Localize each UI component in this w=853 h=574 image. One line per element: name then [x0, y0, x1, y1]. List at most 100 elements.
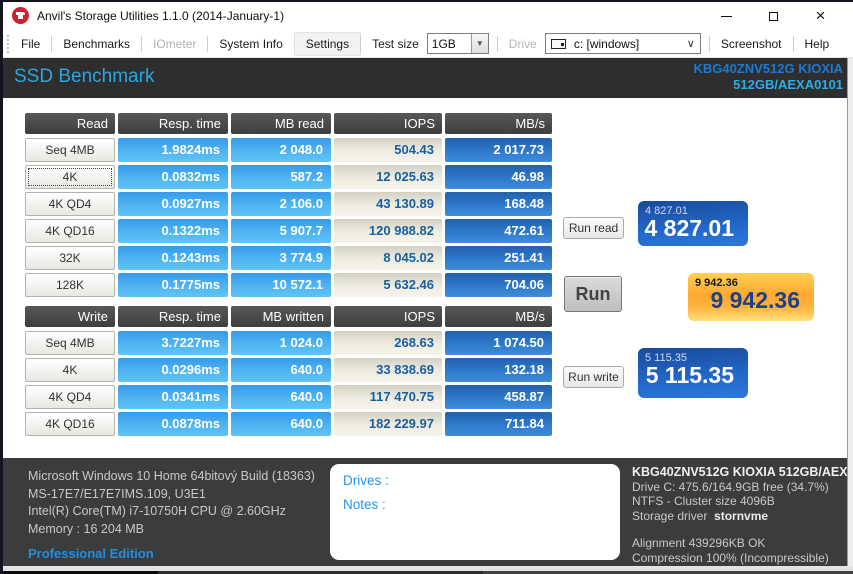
value-cell: 168.48	[445, 192, 552, 216]
value-cell: 182 229.97	[334, 412, 442, 436]
system-info-panel: Microsoft Windows 10 Home 64bitový Build…	[3, 458, 853, 566]
drive-icon	[550, 38, 566, 49]
value-cell: 3 774.9	[231, 246, 331, 270]
value-cell: 117 470.75	[334, 385, 442, 409]
value-cell: 251.41	[445, 246, 552, 270]
edition-label: Professional Edition	[28, 546, 154, 561]
menu-benchmarks[interactable]: Benchmarks	[52, 33, 141, 55]
table-row: 4K 0.0296ms 640.0 33 838.69 132.18	[25, 358, 552, 382]
dropdown-arrow-icon[interactable]: ▼	[470, 34, 488, 53]
table-row: 4K QD16 0.0878ms 640.0 182 229.97 711.84	[25, 412, 552, 436]
table-row: Seq 4MB 3.7227ms 1 024.0 268.63 1 074.50	[25, 331, 552, 355]
maximize-button[interactable]	[751, 2, 796, 30]
test-row-button[interactable]: Seq 4MB	[25, 138, 115, 162]
value-cell: 12 025.63	[334, 165, 442, 189]
column-header: MB/s	[445, 113, 552, 134]
value-cell: 1 074.50	[445, 331, 552, 355]
table-row: 4K QD4 0.0341ms 640.0 117 470.75 458.87	[25, 385, 552, 409]
test-row-button[interactable]: 4K QD16	[25, 219, 115, 243]
device-name: KBG40ZNV512G KIOXIA 512GB/AEXA0101	[693, 61, 843, 93]
value-cell: 0.0927ms	[118, 192, 228, 216]
drive-value: c: [windows]	[573, 36, 640, 51]
value-cell: 0.1775ms	[118, 273, 228, 297]
value-cell: 504.43	[334, 138, 442, 162]
table-header-row: Write Resp. time MB written IOPS MB/s	[25, 306, 552, 327]
column-header: Resp. time	[118, 306, 228, 327]
value-cell: 0.0832ms	[118, 165, 228, 189]
menu-file[interactable]: File	[10, 33, 51, 55]
drives-notes-panel[interactable]: Drives : Notes :	[330, 464, 620, 560]
table-row: 4K 0.0832ms 587.2 12 025.63 46.98	[25, 165, 552, 189]
window-right-border	[847, 58, 853, 566]
value-cell: 640.0	[231, 412, 331, 436]
column-header: MB/s	[445, 306, 552, 327]
run-write-button[interactable]: Run write	[563, 366, 624, 388]
value-cell: 10 572.1	[231, 273, 331, 297]
column-header: Resp. time	[118, 113, 228, 134]
value-cell: 0.1322ms	[118, 219, 228, 243]
close-button[interactable]: ×	[798, 2, 843, 30]
storage-driver-line: Storage driver stornvme	[632, 508, 769, 523]
drive-capacity-line: Drive C: 475.6/164.9GB free (34.7%)	[632, 479, 829, 494]
anvil-storage-utilities-window: Anvil's Storage Utilities 1.1.0 (2014-Ja…	[0, 0, 853, 574]
value-cell: 458.87	[445, 385, 552, 409]
drive-details: KBG40ZNV512G KIOXIA 512GB/AEXA0101 Drive…	[632, 465, 851, 565]
test-row-button[interactable]: 4K	[25, 358, 115, 382]
read-score-value: 4 827.01	[644, 215, 734, 241]
test-row-button[interactable]: 4K QD4	[25, 385, 115, 409]
value-cell: 268.63	[334, 331, 442, 355]
column-header: Write	[25, 306, 115, 327]
value-cell: 1 024.0	[231, 331, 331, 355]
table-header-row: Read Resp. time MB read IOPS MB/s	[25, 113, 552, 134]
value-cell: 46.98	[445, 165, 552, 189]
total-score-value: 9 942.36	[710, 287, 800, 313]
value-cell: 0.0878ms	[118, 412, 228, 436]
menu-system-info[interactable]: System Info	[208, 33, 293, 55]
value-cell: 472.61	[445, 219, 552, 243]
column-header: IOPS	[334, 306, 442, 327]
read-score-box: 4 827.01 4 827.01	[638, 201, 748, 246]
window-title: Anvil's Storage Utilities 1.1.0 (2014-Ja…	[37, 9, 285, 23]
value-cell: 0.1243ms	[118, 246, 228, 270]
drives-label: Drives :	[343, 473, 389, 488]
value-cell: 2 017.73	[445, 138, 552, 162]
write-score-box: 5 115.35 5 115.35	[638, 348, 748, 398]
test-size-value: 1GB	[431, 36, 456, 51]
test-size-select[interactable]: 1GB ▼	[426, 33, 489, 54]
test-row-button[interactable]: 4K QD16	[25, 412, 115, 436]
drive-label: Drive	[508, 36, 537, 51]
device-model: KBG40ZNV512G KIOXIA	[693, 61, 843, 76]
storage-driver-name: stornvme	[714, 508, 769, 523]
filesystem-line: NTFS - Cluster size 4096B	[632, 494, 775, 508]
test-size-label: Test size	[372, 36, 419, 51]
value-cell: 43 130.89	[334, 192, 442, 216]
value-cell: 640.0	[231, 358, 331, 382]
chevron-down-icon: ∨	[686, 38, 695, 50]
value-cell: 5 907.7	[231, 219, 331, 243]
run-button[interactable]: Run	[564, 276, 622, 312]
value-cell: 704.06	[445, 273, 552, 297]
menu-help[interactable]: Help	[794, 33, 841, 55]
test-row-button[interactable]: Seq 4MB	[25, 331, 115, 355]
test-row-button[interactable]: 32K	[25, 246, 115, 270]
menu-settings[interactable]: Settings	[293, 31, 362, 56]
menu-screenshot[interactable]: Screenshot	[710, 33, 793, 55]
run-read-button[interactable]: Run read	[563, 217, 624, 239]
table-row: Seq 4MB 1.9824ms 2 048.0 504.43 2 017.73	[25, 138, 552, 162]
test-row-button[interactable]: 4K	[25, 165, 115, 189]
alignment-line: Alignment 439296KB OK	[632, 536, 766, 550]
cpu-line: Intel(R) Core(TM) i7-10750H CPU @ 2.60GH…	[28, 504, 286, 518]
table-row: 4K QD16 0.1322ms 5 907.7 120 988.82 472.61	[25, 219, 552, 243]
value-cell: 711.84	[445, 412, 552, 436]
motherboard-line: MS-17E7/E17E7IMS.109, U3E1	[28, 486, 206, 501]
device-capacity-firmware: 512GB/AEXA0101	[733, 77, 843, 92]
value-cell: 3.7227ms	[118, 331, 228, 355]
test-row-button[interactable]: 128K	[25, 273, 115, 297]
page-title: SSD Benchmark	[14, 66, 155, 87]
read-results-table: Read Resp. time MB read IOPS MB/s Seq 4MB 1.98…	[25, 113, 552, 300]
minimize-button[interactable]	[704, 2, 749, 30]
benchmark-header-band: SSD Benchmark KBG40ZNV512G KIOXIA 512GB/…	[3, 58, 853, 98]
test-row-button[interactable]: 4K QD4	[25, 192, 115, 216]
notes-label: Notes :	[343, 497, 386, 512]
drive-select[interactable]: c: [windows] ∨	[544, 33, 701, 54]
